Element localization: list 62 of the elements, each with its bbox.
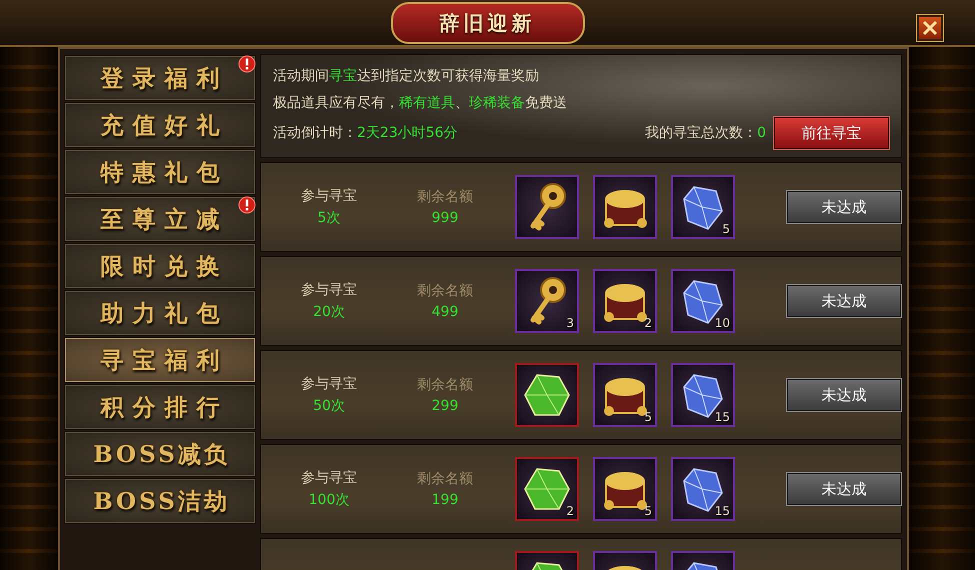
- sidebar-item[interactable]: 登录福利: [65, 56, 255, 100]
- sidebar-item[interactable]: BOSS洁劫: [65, 479, 255, 523]
- stat-value: 499: [432, 304, 458, 320]
- item-count: 15: [714, 410, 730, 424]
- stat-value: 299: [432, 398, 458, 414]
- item-count: 3: [566, 316, 574, 330]
- countdown-text: 活动倒计时：2天23小时56分: [273, 124, 458, 143]
- item-count: 5: [644, 410, 652, 424]
- crystal-icon: [682, 183, 724, 231]
- close-icon: [922, 20, 938, 36]
- sidebar-item[interactable]: BOSS减负: [65, 432, 255, 476]
- item-count: 15: [714, 504, 730, 518]
- stat-label: 参与寻宝: [301, 281, 357, 299]
- stat-value: 5次: [318, 209, 340, 227]
- item-count: 2: [566, 504, 574, 518]
- item-slot[interactable]: 2: [593, 269, 657, 333]
- go-treasure-button[interactable]: 前往寻宝: [774, 117, 889, 149]
- window-title: 辞旧迎新: [390, 2, 584, 44]
- item-count: 2: [644, 316, 652, 330]
- close-button[interactable]: [917, 15, 943, 41]
- stat-value: 999: [432, 210, 458, 226]
- item-slot[interactable]: [515, 363, 579, 427]
- status-button[interactable]: 未达成: [787, 285, 901, 317]
- sidebar-item[interactable]: 限时兑换: [65, 244, 255, 288]
- stat-label: 剩余名额: [417, 470, 473, 488]
- sidebar-item[interactable]: 充值好礼: [65, 103, 255, 147]
- sidebar-item[interactable]: 至尊立减: [65, 197, 255, 241]
- item-slot[interactable]: [515, 175, 579, 239]
- status-button[interactable]: 未达成: [787, 473, 901, 505]
- item-slot[interactable]: 15: [671, 457, 735, 521]
- stat-label: 剩余名额: [417, 376, 473, 394]
- stat-label: 参与寻宝: [301, 187, 357, 205]
- stat-value: 100次: [308, 491, 350, 509]
- item-count: 10: [714, 316, 730, 330]
- banner-text: 极品道具应有尽有，稀有道具、珍稀装备免费送: [273, 94, 568, 113]
- sidebar-item[interactable]: 特惠礼包: [65, 150, 255, 194]
- item-slot[interactable]: 15: [671, 363, 735, 427]
- stat-label: 参与寻宝: [301, 375, 357, 393]
- item-slot[interactable]: 10: [671, 269, 735, 333]
- status-button[interactable]: 未达成: [787, 191, 901, 223]
- stat-value: 20次: [313, 303, 345, 321]
- sidebar-item[interactable]: 助力礼包: [65, 291, 255, 335]
- item-slot[interactable]: 5: [593, 457, 657, 521]
- gem-icon: [523, 465, 571, 513]
- item-count: 5: [644, 504, 652, 518]
- item-slot[interactable]: 2: [515, 457, 579, 521]
- stat-value: 199: [432, 492, 458, 508]
- item-count: 5: [722, 222, 730, 236]
- total-count-text: 我的寻宝总次数：0: [645, 124, 766, 143]
- item-slot[interactable]: 3: [515, 269, 579, 333]
- sidebar-item[interactable]: 积分排行: [65, 385, 255, 429]
- stat-label: 剩余名额: [417, 282, 473, 300]
- item-slot[interactable]: 5: [671, 175, 735, 239]
- item-slot[interactable]: [593, 175, 657, 239]
- stat-value: 50次: [313, 397, 345, 415]
- gem-icon: [523, 371, 571, 419]
- banner-text: 活动期间寻宝达到指定次数可获得海量奖励: [273, 67, 540, 86]
- stat-label: 剩余名额: [417, 188, 473, 206]
- sidebar-item[interactable]: 寻宝福利: [65, 338, 255, 382]
- stat-label: 参与寻宝: [301, 469, 357, 487]
- status-button[interactable]: 未达成: [787, 379, 901, 411]
- item-slot[interactable]: 5: [593, 363, 657, 427]
